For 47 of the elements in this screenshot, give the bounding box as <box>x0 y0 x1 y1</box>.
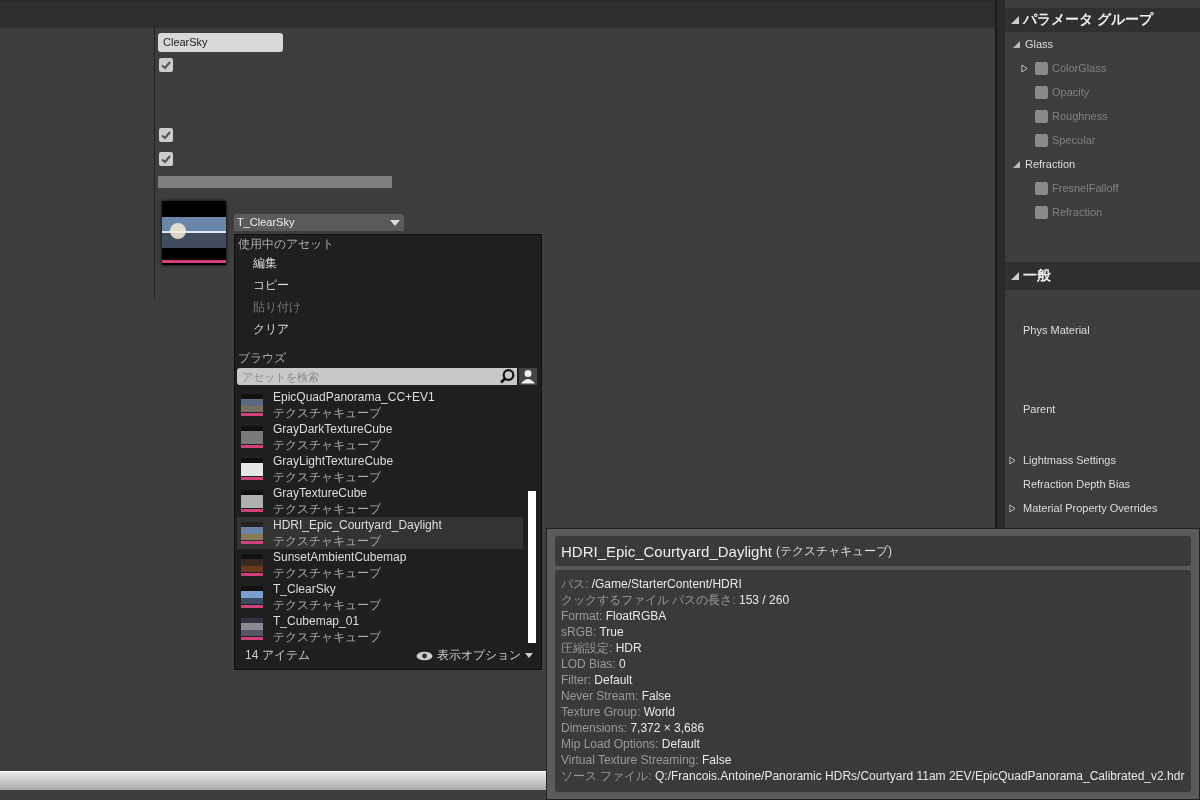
asset-list-item[interactable]: GrayDarkTextureCube テクスチャキューブ <box>237 421 523 453</box>
menu-item[interactable]: コピー <box>235 274 541 296</box>
tooltip-row: ソース ファイル: Q:/Francois.Antoine/Panoramic HDRs/Courtyard 11am 2EV/EpicQuadPanorama_Calibrated_v2.hdr <box>561 768 1185 784</box>
property-label: Refraction Depth Bias <box>1023 478 1130 490</box>
tooltip-row-text: Filter: Default <box>561 672 634 688</box>
property-label: Material Property Overrides <box>1023 502 1158 514</box>
tooltip-row-text: Mip Load Options: Default <box>561 736 701 752</box>
tooltip-row-text: LOD Bias: 0 <box>561 656 627 672</box>
asset-list-item[interactable]: T_Cubemap_01 テクスチャキューブ <box>237 613 523 645</box>
group-label: Glass <box>1025 38 1054 50</box>
tooltip-row-text: パス: /Game/StarterContent/HDRI <box>561 576 743 592</box>
parameter-label: Refraction <box>1052 206 1103 218</box>
parameter-label: Specular <box>1052 134 1096 146</box>
property-label: Phys Material <box>1023 323 1090 336</box>
asset-list-item[interactable]: HDRI_Epic_Courtyard_Daylight テクスチャキューブ <box>237 517 523 549</box>
property-label: Parent <box>1023 402 1056 415</box>
tooltip-row-text: Virtual Texture Streaming: False <box>561 752 733 768</box>
tooltip-row-text: 圧縮設定: HDR <box>561 640 643 656</box>
parameter-label: Roughness <box>1052 110 1108 122</box>
tooltip-row-text: クックするファイル パスの長さ: 153 / 260 <box>561 592 791 608</box>
section-heading: ブラウズ <box>237 350 287 366</box>
tooltip-row-text: sRGB: True <box>561 624 625 640</box>
asset-list-item[interactable]: EpicQuadPanorama_CC+EV1 テクスチャキューブ <box>237 389 523 421</box>
asset-list-item[interactable]: T_ClearSky テクスチャキューブ <box>237 581 523 613</box>
tooltip-type: (テクスチャキューブ) <box>775 542 892 560</box>
section-heading: 使用中のアセット <box>237 236 335 252</box>
parameter-label: ColorGlass <box>1052 62 1107 74</box>
item-count: 14 アイテム <box>245 647 310 664</box>
section-title: パラメータ グループ <box>1023 11 1153 29</box>
group-label: Refraction <box>1025 158 1076 170</box>
tooltip-row-text: Never Stream: False <box>561 688 673 704</box>
property-label: Lightmass Settings <box>1023 454 1116 466</box>
tooltip-row-text: Texture Group: World <box>561 704 676 720</box>
asset-list-item[interactable]: GrayTextureCube テクスチャキューブ <box>237 485 523 517</box>
section-title: 一般 <box>1023 267 1051 285</box>
view-options-button[interactable]: 表示オプション <box>416 647 533 664</box>
texture-dropdown[interactable]: T_ClearSky <box>234 214 404 231</box>
asset-list-item[interactable]: GrayLightTextureCube テクスチャキューブ <box>237 453 523 485</box>
parameter-label: Opacity <box>1052 86 1090 98</box>
tooltip-row-text: Dimensions: 7,372 × 3,686 <box>561 720 706 736</box>
parameter-label: FresnelFalloff <box>1052 182 1119 194</box>
tooltip-title: HDRI_Epic_Courtyard_Daylight <box>561 542 772 560</box>
name-field[interactable]: ClearSky <box>158 33 283 52</box>
menu-item[interactable]: クリア <box>235 318 541 340</box>
tooltip-row-text: Format: FloatRGBA <box>561 608 668 624</box>
menu-item[interactable]: 編集 <box>235 252 541 274</box>
asset-list-item[interactable]: SunsetAmbientCubemap テクスチャキューブ <box>237 549 523 581</box>
